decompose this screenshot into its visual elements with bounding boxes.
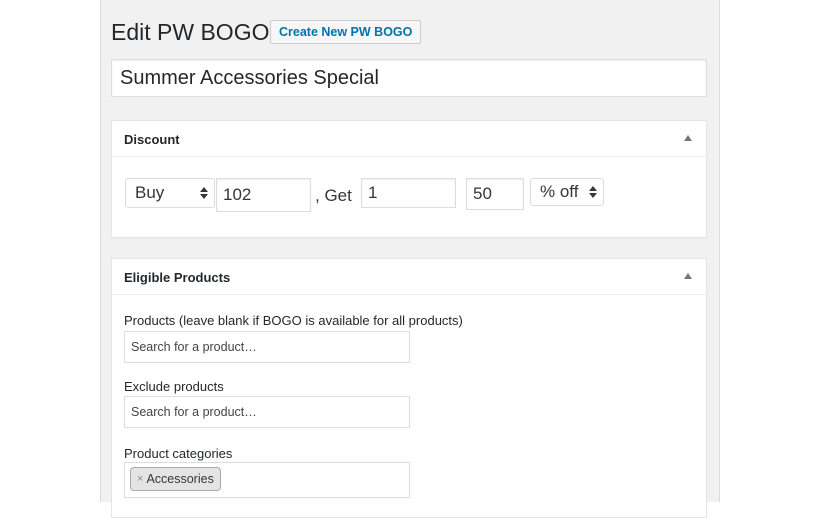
post-title-input[interactable] <box>111 59 707 97</box>
triangle-up-icon[interactable] <box>684 135 692 141</box>
bogo-type-select[interactable]: Buy <box>125 178 215 208</box>
product-categories-label: Product categories <box>124 446 233 461</box>
exclude-products-label: Exclude products <box>124 379 224 394</box>
get-label: , Get <box>315 186 352 205</box>
postbox-header[interactable]: Discount <box>112 121 706 157</box>
triangle-up-icon[interactable] <box>684 273 692 279</box>
discount-type-select[interactable]: % off <box>530 178 604 206</box>
postbox-header[interactable]: Eligible Products <box>112 259 706 295</box>
bogo-type-value: Buy <box>135 183 165 202</box>
page-title: Edit PW BOGO <box>111 19 270 45</box>
select-arrows-icon <box>589 186 597 198</box>
category-token-label: Accessories <box>146 472 214 486</box>
create-new-button[interactable]: Create New PW BOGO <box>270 20 422 44</box>
remove-token-icon[interactable]: × <box>137 473 143 485</box>
products-label: Products (leave blank if BOGO is availab… <box>124 313 463 328</box>
eligible-products-postbox: Eligible Products Products (leave blank … <box>111 258 707 518</box>
postbox-title: Discount <box>124 132 180 147</box>
buy-quantity-input[interactable] <box>216 178 311 212</box>
discount-value-input[interactable] <box>466 178 524 210</box>
discount-type-value: % off <box>540 182 579 201</box>
postbox-title: Eligible Products <box>124 270 231 285</box>
categories-token-field[interactable]: × Accessories <box>124 462 410 498</box>
products-search-input[interactable] <box>124 331 410 363</box>
select-arrows-icon <box>200 187 208 199</box>
exclude-products-search-input[interactable] <box>124 396 410 428</box>
discount-postbox: Discount Buy , Get % off <box>111 120 707 238</box>
category-token: × Accessories <box>130 467 221 491</box>
get-quantity-input[interactable] <box>361 178 456 208</box>
